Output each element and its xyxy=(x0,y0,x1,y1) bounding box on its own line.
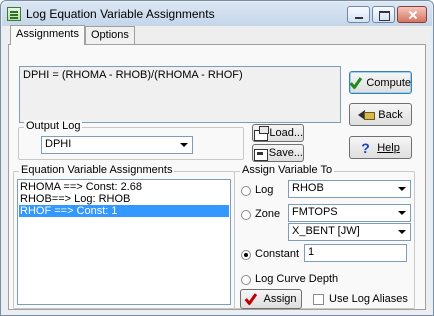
assign-label: Assign xyxy=(263,293,297,305)
compute-button[interactable]: Compute xyxy=(349,71,412,94)
dialog-client: Assignments Options DPHI = (RHOMA - RHOB… xyxy=(6,25,430,312)
assign-variable-group: Assign Variable To Log RHOB Zone FMTOPS … xyxy=(234,164,415,309)
log-select-value: RHOB xyxy=(292,182,324,194)
assignments-list[interactable]: RHOMA ==> Const: 2.68 RHOB==> Log: RHOB … xyxy=(17,179,231,305)
save-disk-icon xyxy=(253,146,268,161)
question-mark-icon: ? xyxy=(361,139,370,156)
red-check-icon xyxy=(245,293,259,305)
dropdown-arrow-icon xyxy=(177,138,191,152)
back-arrow-icon xyxy=(358,109,376,121)
equation-display: DPHI = (RHOMA - RHOB)/(RHOMA - RHOF) xyxy=(19,66,341,123)
list-item[interactable]: RHOB==> Log: RHOB xyxy=(19,193,229,205)
caption-buttons xyxy=(347,6,427,23)
radio-log-curve-depth[interactable] xyxy=(241,275,251,285)
use-log-aliases-checkbox[interactable] xyxy=(313,294,324,305)
save-button[interactable]: Save... xyxy=(252,144,304,162)
zone-select[interactable]: FMTOPS xyxy=(288,204,411,222)
list-item[interactable]: RHOMA ==> Const: 2.68 xyxy=(19,181,229,193)
minimize-button[interactable] xyxy=(347,6,370,23)
radio-constant-label: Constant xyxy=(255,248,300,260)
radio-log-label: Log xyxy=(255,184,274,196)
dropdown-arrow-icon xyxy=(395,225,409,239)
assignments-panel: DPHI = (RHOMA - RHOB)/(RHOMA - RHOF) Com… xyxy=(8,44,426,310)
use-log-aliases-label: Use Log Aliases xyxy=(329,293,408,305)
close-button[interactable] xyxy=(397,6,427,23)
load-button[interactable]: Load... xyxy=(252,124,304,142)
output-log-value: DPHI xyxy=(45,138,72,150)
radio-log-curve-depth-label: Log Curve Depth xyxy=(255,273,339,285)
output-log-select[interactable]: DPHI xyxy=(41,136,193,154)
constant-input[interactable]: 1 xyxy=(304,244,407,262)
radio-constant[interactable] xyxy=(241,250,251,260)
assign-button[interactable]: Assign xyxy=(240,289,302,309)
log-select[interactable]: RHOB xyxy=(288,180,411,198)
zone-select-value: FMTOPS xyxy=(292,206,338,218)
radio-zone-label: Zone xyxy=(255,208,281,220)
assign-variable-label: Assign Variable To xyxy=(240,164,335,176)
tab-options[interactable]: Options xyxy=(85,26,135,44)
title-bar[interactable]: Log Equation Variable Assignments xyxy=(2,2,432,26)
tab-assignments[interactable]: Assignments xyxy=(10,25,85,45)
check-icon xyxy=(350,77,362,89)
maximize-button[interactable] xyxy=(372,6,395,23)
back-button[interactable]: Back xyxy=(349,103,412,126)
open-folder-icon xyxy=(253,126,270,141)
window-title: Log Equation Variable Assignments xyxy=(26,7,215,21)
dropdown-arrow-icon xyxy=(395,206,409,220)
dialog-window: Log Equation Variable Assignments Assign… xyxy=(0,0,434,316)
list-item-selected[interactable]: RHOF ==> Const: 1 xyxy=(19,205,229,217)
radio-zone[interactable] xyxy=(241,210,251,220)
help-label: Help xyxy=(377,141,400,154)
radio-log[interactable] xyxy=(241,186,251,196)
dropdown-arrow-icon xyxy=(395,182,409,196)
app-icon xyxy=(7,7,21,21)
back-label: Back xyxy=(378,108,403,121)
compute-label: Compute xyxy=(366,76,411,89)
help-button[interactable]: ? Help xyxy=(349,136,412,159)
load-label: Load... xyxy=(269,127,303,139)
save-label: Save... xyxy=(268,147,303,159)
zone-interval-value: X_BENT [JW] xyxy=(292,225,360,237)
zone-interval-select[interactable]: X_BENT [JW] xyxy=(288,223,411,241)
variable-assignments-label: Equation Variable Assignments xyxy=(19,164,175,176)
output-log-label: Output Log xyxy=(24,120,83,132)
output-log-group: Output Log DPHI xyxy=(18,120,244,160)
